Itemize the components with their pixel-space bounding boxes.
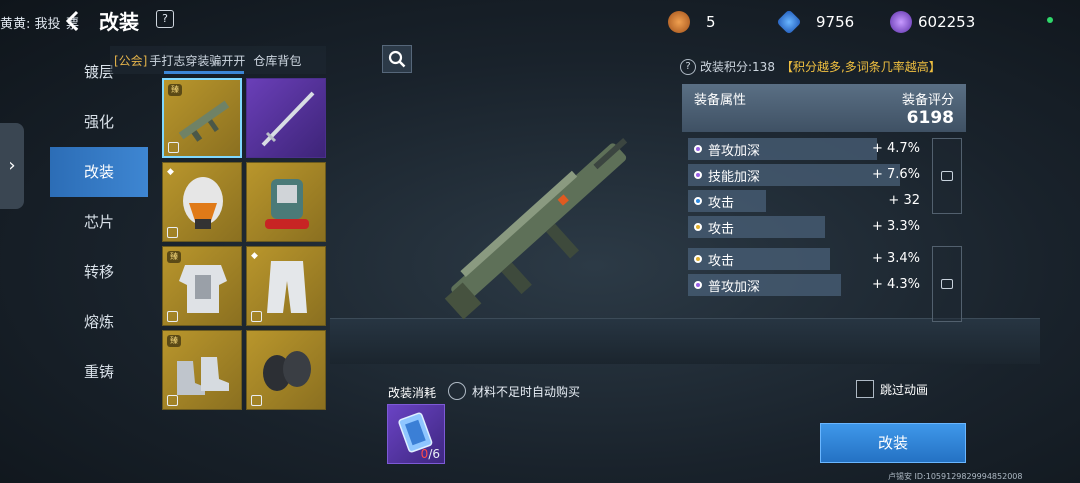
rifle-icon [178,100,230,142]
page-title: 改装 [99,10,139,34]
medal-icon [668,11,690,33]
resource-purple-gem[interactable]: 602253 [890,10,975,34]
grid-item-armor[interactable]: 臻 [162,246,242,326]
nav-item-chip[interactable]: 芯片 [50,197,148,247]
cost-material-item[interactable]: 0/6 [387,404,445,464]
stat-dot-icon [694,171,702,179]
lock-icon [167,395,178,406]
lock-icon [167,311,178,322]
crystal-icon [776,9,802,35]
nav-item-recast[interactable]: 重铸 [50,347,148,397]
grid-item-sword[interactable] [246,78,326,158]
side-drawer-handle[interactable]: › [0,123,24,209]
stat-row: 攻击 + 3.4% [688,248,924,270]
checkbox-icon [856,380,874,398]
search-icon [388,50,406,68]
stats-header: 装备属性 装备评分 6198 [682,84,966,132]
grid-item-backpack[interactable] [246,162,326,242]
tab-equipped[interactable]: 手打志穿装骗开开 [149,52,245,69]
lock-icon [251,311,262,322]
cost-label: 改装消耗 [388,386,437,400]
rifle-model-icon [444,138,628,320]
lock-icon [167,227,178,238]
lock-group-1-button[interactable] [932,138,962,214]
weapon-preview[interactable] [420,120,660,330]
unlock-icon [941,171,953,181]
stat-row: 攻击 + 3.3% [688,216,924,238]
tab-storage[interactable]: 仓库背包 [253,52,301,69]
equipment-score: 6198 [906,108,954,128]
stat-dot-icon [694,223,702,231]
radio-icon [448,382,466,400]
nav-item-modify[interactable]: 改装 [50,147,148,197]
stat-row: 普攻加深 + 4.3% [688,274,924,296]
score-hint: ? 改装积分:138 【积分越多,多词条几率越高】 [680,58,941,75]
back-button[interactable] [62,8,84,34]
guild-chat-tag: [公会] [114,53,148,68]
skip-animation-toggle[interactable]: 跳过动画 [856,380,928,398]
side-nav: 镀层 强化 改装 芯片 转移 熔炼 重铸 [50,47,148,397]
stat-dot-icon [694,145,702,153]
attributes-heading: 装备属性 [694,93,747,108]
unlock-icon [941,279,953,289]
stat-row: 攻击 + 32 [688,190,924,212]
grid-item-helmet[interactable]: ◆ [162,162,242,242]
help-circle-icon[interactable]: ? [680,58,696,75]
gloves-icon [263,351,311,391]
nav-item-smelt[interactable]: 熔炼 [50,297,148,347]
stat-dot-icon [694,255,702,263]
network-status-dot [1047,17,1053,23]
grid-item-boots[interactable]: 臻 [162,330,242,410]
inventory-tabbar: [公会] 手打志穿装骗开开 仓库背包 [110,46,326,74]
grid-item-pants[interactable]: ◆ [246,246,326,326]
stat-dot-icon [694,197,702,205]
boots-icon [177,357,229,395]
search-button[interactable] [382,45,412,73]
modify-button[interactable]: 改装 [820,423,966,463]
purple-gem-icon [890,11,912,33]
backpack-icon [265,179,309,229]
grid-item-gloves[interactable] [246,330,326,410]
lock-icon [251,395,262,406]
grid-item-rifle[interactable]: 臻 [162,78,242,158]
helmet-icon [183,177,223,229]
sword-icon [261,91,315,147]
stat-row: 普攻加深 + 4.7% [688,138,924,160]
score-heading: 装备评分 [901,93,954,108]
player-uid: 卢锡安 ID:1059129829994852008 [888,472,1023,481]
nav-item-enhance[interactable]: 强化 [50,97,148,147]
auto-buy-toggle[interactable]: 材料不足时自动购买 [448,382,580,400]
help-button[interactable]: ? [156,10,174,28]
stat-dot-icon [694,281,702,289]
stat-row: 技能加深 + 7.6% [688,164,924,186]
resource-crystal[interactable]: 9756 [776,9,854,35]
active-tab-indicator [164,71,244,74]
pants-icon [267,261,307,313]
lock-icon [168,142,179,153]
nav-item-transfer[interactable]: 转移 [50,247,148,297]
lock-group-2-button[interactable] [932,246,962,322]
armor-icon [179,265,227,313]
resource-medal[interactable]: 5 [668,10,716,34]
chevron-left-icon [65,10,79,32]
chat-snippet[interactable]: 黄黄: 我投 [0,13,61,32]
